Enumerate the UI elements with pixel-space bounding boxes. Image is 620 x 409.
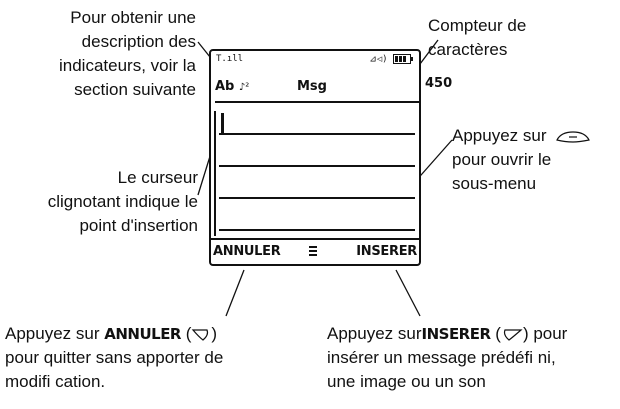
ring-style-icon: ⊿◁) [369,54,388,65]
leader-insert [395,269,421,317]
insert-callout-line: Appuyez surINSERER ( ) pour [327,322,567,346]
submenu-callout: Appuyez sur pour ouvrir le sous-menu [452,124,591,196]
cursor-callout-line: point d'insertion [79,216,198,235]
cancel-key-name: ANNULER [104,325,181,343]
submenu-callout-line: sous-menu [452,174,537,193]
insert-callout-line: insérer un message prédéfi ni, [327,348,556,367]
battery-icon [393,54,413,64]
menu-icon[interactable] [309,245,317,259]
right-softkey-icon [503,328,523,341]
entry-mode-icon: ♪² [238,82,250,93]
indicators-callout: Pour obtenir une description des indicat… [0,6,196,102]
cancel-callout-text: ( [181,324,192,343]
indicators-callout-line: section suivante [74,80,196,99]
insert-callout-text: Appuyez sur [327,324,422,343]
text-entry-mode: Ab ♪² [215,79,249,94]
character-counter: 450 [425,76,453,91]
softkey-divider [211,238,419,240]
insert-key-name: INSERER [421,325,492,343]
signal-strength-icon: T.ıll [216,54,244,64]
left-softkey-icon [192,328,209,341]
cancel-softkey[interactable]: ANNULER [213,244,281,259]
text-line [219,197,415,199]
phone-screen: T.ıll ⊿◁) Ab ♪² Msg ANNULER INSERER [209,49,421,266]
cancel-callout: Appuyez sur ANNULER () pour quitter sans… [5,322,223,394]
header-divider [215,101,419,103]
leader-cancel [225,269,245,317]
submenu-callout-line: Appuyez sur [452,124,591,148]
counter-callout-line: Compteur de [428,16,527,35]
insert-softkey[interactable]: INSERER [356,244,417,259]
insert-callout-line: une image ou un son [327,372,486,391]
insert-callout: Appuyez surINSERER ( ) pour insérer un me… [327,322,567,394]
indicators-callout-line: description des [81,32,196,51]
insert-callout-text: ( [490,324,501,343]
message-header: Ab ♪² Msg [215,79,419,103]
screen-title: Msg [297,79,327,94]
text-line [219,165,415,167]
indicators-callout-line: indicateurs, voir la [58,56,196,75]
insert-callout-text: ) pour [522,324,568,343]
cancel-callout-line: modifi cation. [5,372,106,391]
text-cursor [221,113,224,133]
status-indicators: ⊿◁) [369,54,413,65]
cursor-callout: Le curseur clignotant indique le point d… [0,166,198,238]
submenu-callout-text: Appuyez sur [452,126,547,145]
cancel-callout-text: Appuyez sur [5,324,105,343]
scroll-bar [214,111,216,236]
cancel-callout-text: ) [211,324,218,343]
text-line [219,229,415,231]
cursor-callout-line: Le curseur [117,168,198,187]
cancel-callout-line: pour quitter sans apporter de [5,348,224,367]
text-mode-label: Ab [215,79,235,94]
menu-key-icon [556,130,591,143]
counter-callout-line: caractères [428,40,508,59]
cancel-callout-line: Appuyez sur ANNULER () [5,322,223,346]
indicators-callout-line: Pour obtenir une [70,8,196,27]
text-line [219,133,415,135]
counter-callout: Compteur de caractères [428,14,526,62]
cursor-callout-line: clignotant indique le [47,192,198,211]
submenu-callout-line: pour ouvrir le [452,150,552,169]
